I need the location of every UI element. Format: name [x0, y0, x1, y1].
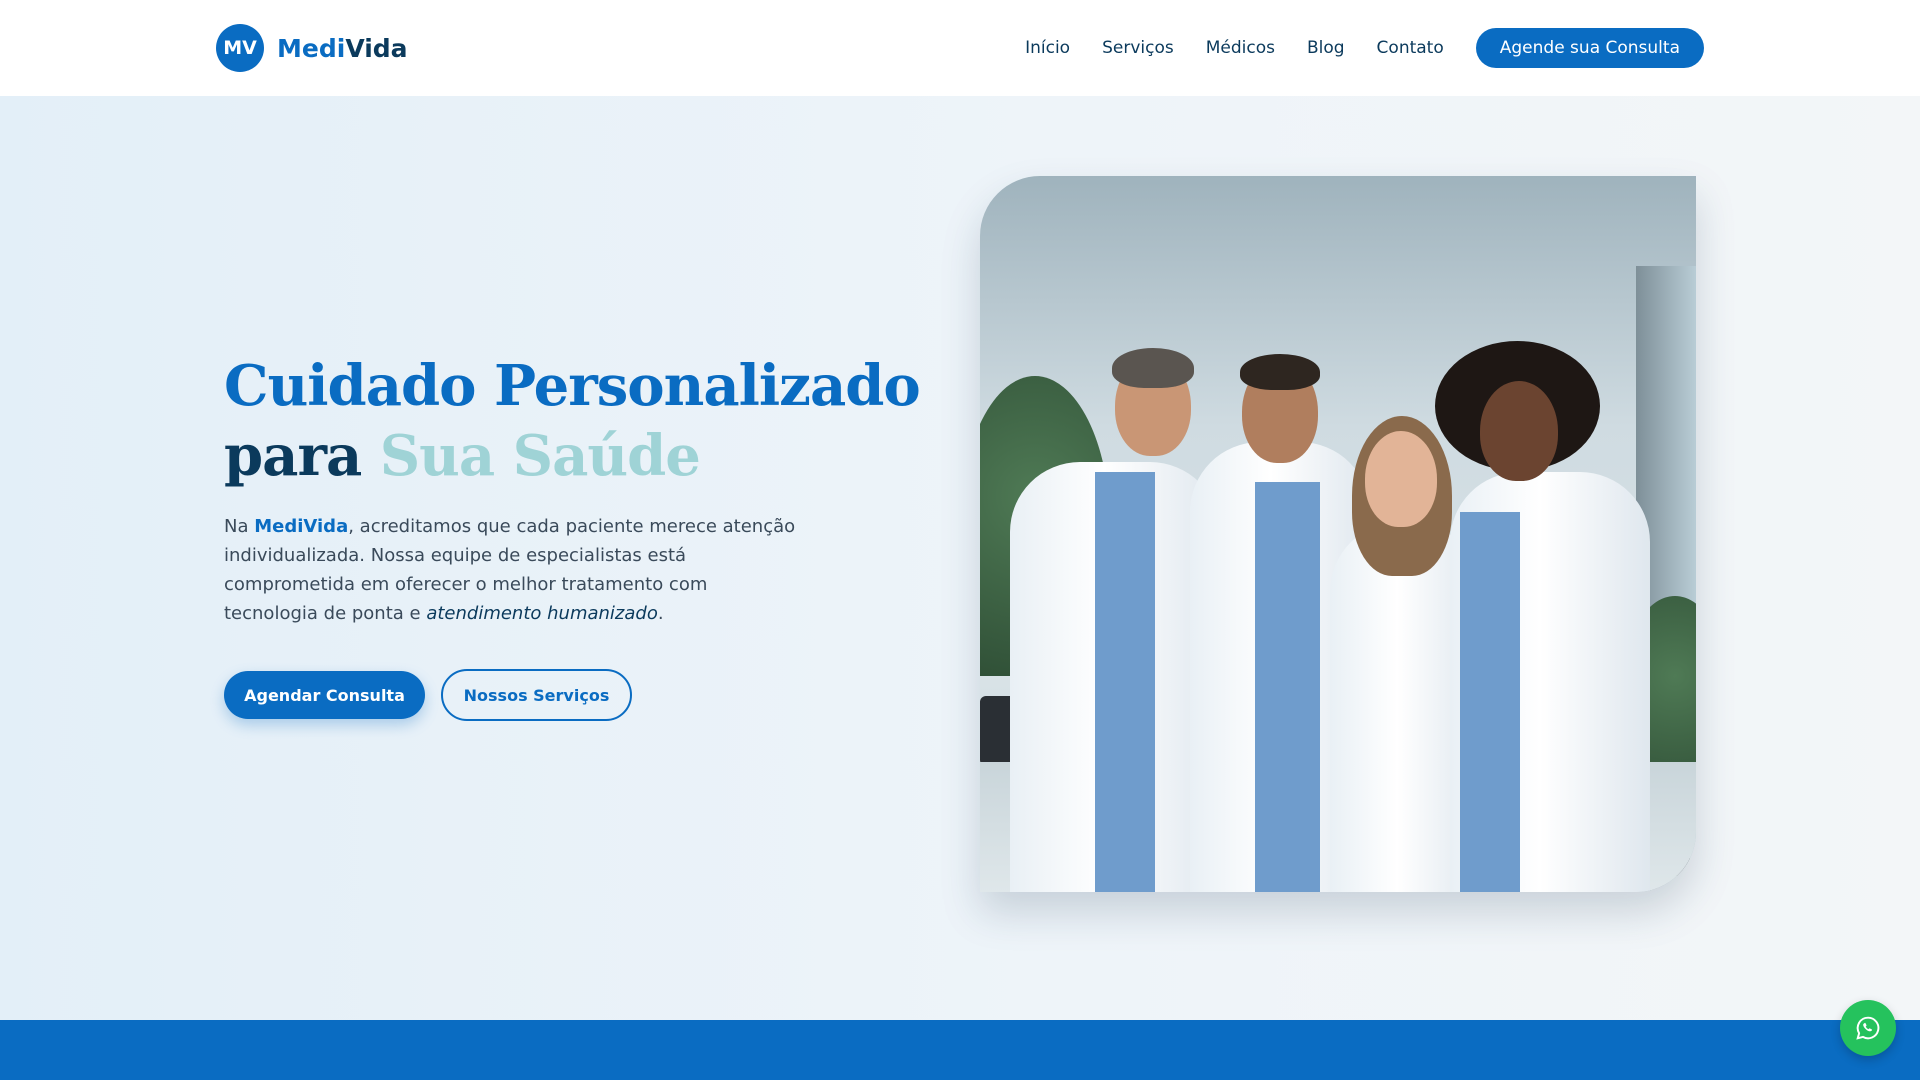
logo-text: MediVida	[277, 34, 408, 63]
site-header: MV MediVida Início Serviços Médicos Blog…	[0, 0, 1920, 96]
hero-title-line2-b: Sua Saúde	[379, 423, 701, 489]
doctor-4-scrub	[1460, 512, 1520, 892]
hero-title-line1: Cuidado Personalizado	[224, 353, 921, 419]
logo-text-part2: Vida	[345, 33, 408, 63]
nav-link-blog[interactable]: Blog	[1307, 38, 1345, 58]
hero-title-line2-a: para	[224, 423, 380, 489]
nav-link-inicio[interactable]: Início	[1025, 38, 1070, 58]
doctor-2-scrub	[1255, 482, 1320, 892]
hero-title: Cuidado Personalizado para Sua Saúde	[224, 351, 921, 491]
logo[interactable]: MV MediVida	[216, 24, 408, 72]
desc-intro: Na	[224, 516, 255, 537]
our-services-button[interactable]: Nossos Serviços	[441, 669, 632, 721]
doctors-team-photo	[980, 176, 1696, 892]
schedule-appointment-button[interactable]: Agendar Consulta	[224, 671, 425, 719]
doctor-3-head	[1365, 431, 1437, 527]
doctor-1-scrub	[1095, 472, 1155, 892]
logo-text-part1: Medi	[277, 33, 346, 63]
doctor-4-head	[1480, 381, 1558, 481]
desc-brand: MediVida	[254, 516, 349, 537]
nav-link-medicos[interactable]: Médicos	[1206, 38, 1275, 58]
hero-section: Cuidado Personalizado para Sua Saúde Na M…	[0, 96, 1920, 1020]
desc-emphasis: atendimento humanizado	[426, 603, 658, 624]
nav-link-contato[interactable]: Contato	[1377, 38, 1444, 58]
whatsapp-icon	[1856, 1016, 1880, 1040]
hero-description: Na MediVida, acreditamos que cada pacien…	[224, 512, 804, 628]
doctor-2-hair	[1240, 354, 1320, 390]
logo-badge: MV	[216, 24, 264, 72]
schedule-appointment-nav-button[interactable]: Agende sua Consulta	[1475, 28, 1704, 68]
nav-link-servicos[interactable]: Serviços	[1102, 38, 1174, 58]
bottom-band	[0, 1020, 1920, 1080]
desc-end: .	[657, 603, 664, 624]
doctor-1-hair	[1112, 348, 1194, 388]
main-nav: Início Serviços Médicos Blog Contato Age…	[1025, 28, 1704, 68]
whatsapp-button[interactable]	[1840, 1000, 1896, 1056]
